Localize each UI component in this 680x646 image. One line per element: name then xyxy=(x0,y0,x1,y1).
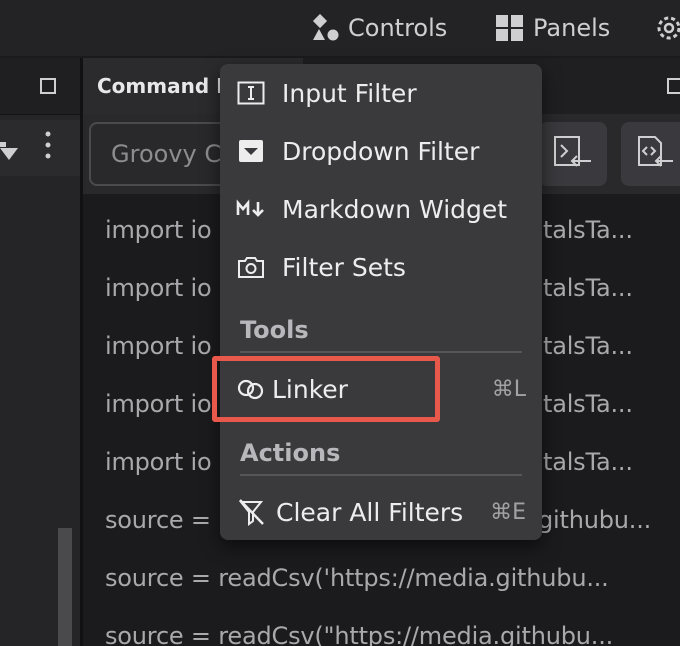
controls-button[interactable]: Controls xyxy=(312,8,447,48)
menu-item-label: Dropdown Filter xyxy=(282,136,480,166)
controls-label: Controls xyxy=(348,14,448,42)
gear-icon xyxy=(654,13,680,43)
menu-separator xyxy=(240,474,522,476)
menu-item-clear-all-filters[interactable]: Clear All Filters ⌘E xyxy=(220,485,542,539)
left-scrollbar[interactable] xyxy=(58,528,72,646)
menu-item-dropdown-filter[interactable]: Dropdown Filter xyxy=(220,124,542,178)
controls-dropdown-menu: Input Filter Dropdown Filter Markdown Wi… xyxy=(220,64,542,540)
input-filter-icon xyxy=(236,81,266,105)
menu-item-label: Filter Sets xyxy=(282,252,406,282)
history-item-tail: talsTa... xyxy=(543,448,633,476)
history-item[interactable]: source = xyxy=(105,506,218,534)
tools-section-header: Tools xyxy=(240,316,309,344)
clear-shortcut: ⌘E xyxy=(490,499,526,525)
menu-separator xyxy=(240,351,522,353)
left-panel xyxy=(0,58,80,646)
history-item[interactable]: import io xyxy=(105,448,212,476)
menu-item-label: Clear All Filters xyxy=(276,497,464,527)
history-item[interactable]: import io xyxy=(105,332,212,360)
history-item-tail: talsTa... xyxy=(543,216,633,244)
send-to-notebook-button[interactable] xyxy=(621,122,680,186)
left-toolbar xyxy=(0,120,80,176)
history-item-tail: githubu... xyxy=(538,506,652,534)
actions-section-header: Actions xyxy=(240,439,341,467)
console-arrow-icon xyxy=(553,135,593,173)
menu-item-markdown-widget[interactable]: Markdown Widget xyxy=(220,182,542,236)
history-item[interactable]: import io xyxy=(105,274,212,302)
maximize-icon[interactable] xyxy=(667,78,680,94)
send-to-console-button[interactable] xyxy=(539,122,607,186)
panels-label: Panels xyxy=(533,14,611,42)
history-item[interactable]: source = readCsv('https://media.githubu.… xyxy=(105,564,609,592)
history-item[interactable]: import io xyxy=(105,390,212,418)
history-item[interactable]: import io xyxy=(105,216,212,244)
menu-item-input-filter[interactable]: Input Filter xyxy=(220,66,542,120)
markdown-icon xyxy=(236,199,266,219)
history-item-tail: talsTa... xyxy=(543,332,633,360)
left-tab-bar xyxy=(0,58,80,115)
dropdown-filter-icon xyxy=(236,139,266,163)
more-vertical-icon[interactable] xyxy=(44,130,52,164)
linker-shortcut: ⌘L xyxy=(491,376,526,402)
shapes-icon xyxy=(312,14,340,42)
maximize-icon[interactable] xyxy=(40,78,56,94)
clear-filter-icon xyxy=(236,498,266,526)
settings-button[interactable] xyxy=(654,8,680,48)
top-bar: Controls Panels xyxy=(0,0,680,56)
sort-down-icon[interactable] xyxy=(0,142,20,166)
linker-highlight-box xyxy=(212,356,440,422)
camera-icon xyxy=(236,255,266,279)
panels-icon xyxy=(495,14,525,42)
menu-item-filter-sets[interactable]: Filter Sets xyxy=(220,240,542,294)
panels-button[interactable]: Panels xyxy=(495,8,610,48)
history-item-tail: talsTa... xyxy=(543,390,633,418)
menu-item-label: Markdown Widget xyxy=(282,194,508,224)
notebook-arrow-icon xyxy=(635,135,675,173)
menu-item-label: Input Filter xyxy=(282,78,417,108)
history-item-tail: talsTa... xyxy=(543,274,633,302)
history-item[interactable]: source = readCsv("https://media.githubu.… xyxy=(105,622,613,646)
